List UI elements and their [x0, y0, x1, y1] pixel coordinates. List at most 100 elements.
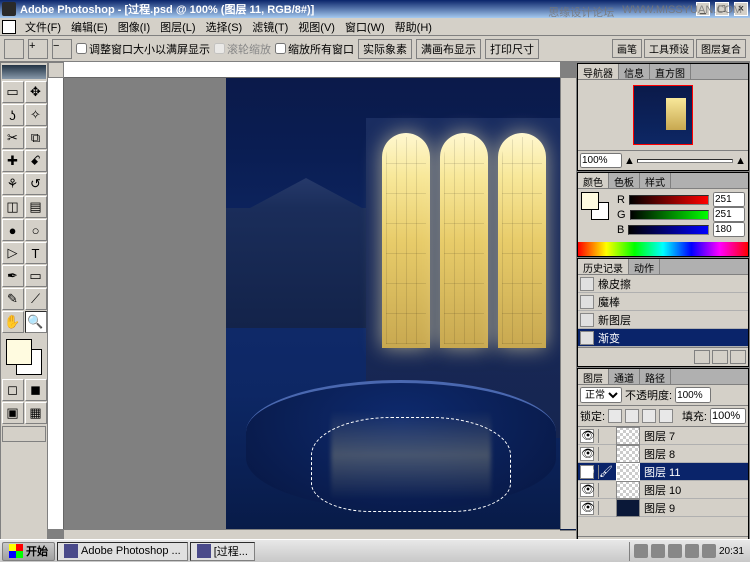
crop-tool[interactable]: ✂: [2, 127, 24, 149]
menu-select[interactable]: 选择(S): [201, 19, 248, 35]
ruler-horizontal[interactable]: [64, 62, 560, 78]
tab-histogram[interactable]: 直方图: [650, 64, 691, 79]
marquee-tool[interactable]: ▭: [2, 81, 24, 103]
standard-mode[interactable]: ◻: [2, 379, 24, 401]
menu-filter[interactable]: 滤镜(T): [247, 19, 293, 35]
close-button[interactable]: ×: [734, 2, 748, 16]
shape-tool[interactable]: ▭: [25, 265, 47, 287]
menu-file[interactable]: 文件(F): [20, 19, 66, 35]
menu-edit[interactable]: 编辑(E): [66, 19, 113, 35]
menu-image[interactable]: 图像(I): [113, 19, 155, 35]
brush-tool[interactable]: ꗃ: [25, 150, 47, 172]
blend-mode-select[interactable]: 正常: [580, 387, 622, 403]
btn-actual-pixels[interactable]: 实际象素: [358, 39, 412, 59]
menu-view[interactable]: 视图(V): [293, 19, 340, 35]
path-tool[interactable]: ▷: [2, 242, 24, 264]
layer-item[interactable]: 👁🖌图层 11: [578, 463, 748, 481]
lock-trans-icon[interactable]: [608, 409, 622, 423]
menu-help[interactable]: 帮助(H): [390, 19, 437, 35]
history-item[interactable]: 魔棒: [578, 293, 748, 311]
fg-color[interactable]: [6, 339, 32, 365]
blur-tool[interactable]: ●: [2, 219, 24, 241]
type-tool[interactable]: T: [25, 242, 47, 264]
vertical-scrollbar[interactable]: [560, 78, 576, 529]
task-photoshop[interactable]: Adobe Photoshop ...: [57, 542, 188, 561]
tray-icon[interactable]: [685, 544, 699, 558]
history-brush-tool[interactable]: ↺: [25, 173, 47, 195]
zoom-in-icon[interactable]: +: [28, 39, 48, 59]
opt-fit-window[interactable]: 调整窗口大小以满屏显示: [76, 41, 210, 57]
move-tool[interactable]: ✥: [25, 81, 47, 103]
r-input[interactable]: [713, 192, 745, 207]
nav-zoom-input[interactable]: [580, 153, 622, 168]
zoom-out-icon[interactable]: ▲: [624, 155, 635, 167]
color-swatch[interactable]: [4, 337, 44, 377]
ruler-vertical[interactable]: [48, 78, 64, 529]
tool-preset-icon[interactable]: [4, 39, 24, 59]
zoom-in-icon[interactable]: ▲: [735, 155, 746, 167]
canvas[interactable]: [226, 78, 576, 530]
eraser-tool[interactable]: ◫: [2, 196, 24, 218]
clock[interactable]: 20:31: [719, 546, 744, 557]
opacity-input[interactable]: [675, 387, 711, 403]
menu-window[interactable]: 窗口(W): [340, 19, 390, 35]
pen-tool[interactable]: ✒: [2, 265, 24, 287]
btn-fit-screen[interactable]: 满画布显示: [416, 39, 481, 59]
lock-move-icon[interactable]: [642, 409, 656, 423]
history-item[interactable]: 橡皮擦: [578, 275, 748, 293]
dodge-tool[interactable]: ○: [25, 219, 47, 241]
start-button[interactable]: 开始: [2, 542, 55, 561]
tab-paths[interactable]: 路径: [640, 369, 671, 384]
layer-item[interactable]: 👁图层 9: [578, 499, 748, 517]
opt-scroll-zoom[interactable]: 滚轮缩放: [214, 41, 271, 57]
b-slider[interactable]: [628, 225, 709, 235]
tray-icon[interactable]: [702, 544, 716, 558]
ruler-origin[interactable]: [48, 62, 64, 78]
r-slider[interactable]: [629, 195, 709, 205]
g-input[interactable]: [713, 207, 745, 222]
tab-info[interactable]: 信息: [619, 64, 650, 79]
hand-tool[interactable]: ✋: [2, 311, 24, 333]
lock-all-icon[interactable]: [659, 409, 673, 423]
slice-tool[interactable]: ⧉: [25, 127, 47, 149]
lock-paint-icon[interactable]: [625, 409, 639, 423]
panel-color-swatch[interactable]: [581, 192, 609, 220]
stamp-tool[interactable]: ⚘: [2, 173, 24, 195]
tab-history[interactable]: 历史记录: [578, 259, 629, 274]
lasso-tool[interactable]: ʖ: [2, 104, 24, 126]
dock-brushes[interactable]: 画笔: [612, 39, 642, 58]
menu-layer[interactable]: 图层(L): [155, 19, 200, 35]
tray-icon[interactable]: [651, 544, 665, 558]
eye-icon[interactable]: 👁: [580, 465, 594, 479]
heal-tool[interactable]: ✚: [2, 150, 24, 172]
wand-tool[interactable]: ✧: [25, 104, 47, 126]
eye-icon[interactable]: 👁: [580, 429, 594, 443]
g-slider[interactable]: [630, 210, 709, 220]
dock-tool-presets[interactable]: 工具预设: [644, 39, 694, 58]
eyedropper-tool[interactable]: ⟋: [25, 288, 47, 310]
notes-tool[interactable]: ✎: [2, 288, 24, 310]
btn-print-size[interactable]: 打印尺寸: [485, 39, 539, 59]
screen-mode-1[interactable]: ▣: [2, 402, 24, 424]
zoom-out-icon[interactable]: −: [52, 39, 72, 59]
layer-item[interactable]: 👁图层 8: [578, 445, 748, 463]
tab-channels[interactable]: 通道: [609, 369, 640, 384]
trash-button[interactable]: [730, 350, 746, 364]
quickmask-mode[interactable]: ◼: [25, 379, 47, 401]
screen-mode-2[interactable]: ▦: [25, 402, 47, 424]
navigator-thumb[interactable]: [633, 85, 693, 145]
eye-icon[interactable]: 👁: [580, 501, 594, 515]
b-input[interactable]: [713, 222, 745, 237]
color-ramp[interactable]: [578, 242, 748, 256]
eye-icon[interactable]: 👁: [580, 483, 594, 497]
tray-icon[interactable]: [634, 544, 648, 558]
minimize-button[interactable]: _: [696, 2, 710, 16]
snapshot-button[interactable]: [694, 350, 710, 364]
layer-item[interactable]: 👁图层 10: [578, 481, 748, 499]
dock-layer-comps[interactable]: 图层复合: [696, 39, 746, 58]
layer-item[interactable]: 👁图层 7: [578, 427, 748, 445]
history-item[interactable]: 渐变: [578, 329, 748, 347]
tray-icon[interactable]: [668, 544, 682, 558]
tab-layers[interactable]: 图层: [578, 369, 609, 384]
new-doc-button[interactable]: [712, 350, 728, 364]
